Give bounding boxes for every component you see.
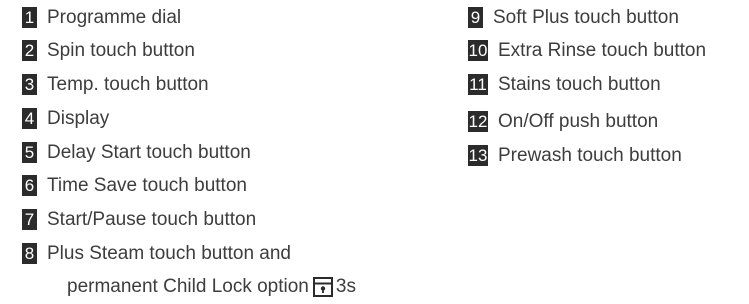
legend-item-label: Soft Plus touch button — [493, 7, 679, 28]
legend-item-label: Plus Steam touch button and — [47, 243, 291, 264]
legend-item-label: Prewash touch button — [498, 145, 682, 166]
legend-item-start-pause-touch-button: 7 Start/Pause touch button — [22, 208, 256, 232]
legend-item-stains-touch-button: 11 Stains touch button — [468, 73, 661, 97]
child-lock-duration: 3s — [335, 276, 356, 297]
legend-item-label: Programme dial — [47, 7, 182, 28]
legend-item-display: 4 Display — [22, 107, 109, 131]
child-lock-icon — [312, 277, 333, 297]
legend-item-spin-touch-button: 2 Spin touch button — [22, 39, 195, 63]
legend-number-badge: 4 — [22, 108, 37, 129]
legend-item-label: Delay Start touch button — [47, 142, 251, 163]
legend-number-badge: 3 — [22, 74, 37, 95]
legend-item-extra-rinse-touch-button: 10 Extra Rinse touch button — [468, 39, 706, 63]
legend-item-on-off-push-button: 12 On/Off push button — [468, 110, 658, 134]
legend-number-badge: 6 — [22, 175, 37, 196]
legend-number-badge: 11 — [468, 74, 488, 95]
legend-item-label: Stains touch button — [498, 74, 661, 95]
legend-item-time-save-touch-button: 6 Time Save touch button — [22, 174, 247, 198]
legend-item-soft-plus-touch-button: 9 Soft Plus touch button — [468, 6, 679, 30]
legend-item-temp-touch-button: 3 Temp. touch button — [22, 73, 209, 97]
legend-number-badge: 13 — [468, 145, 488, 166]
legend-item-label: Extra Rinse touch button — [498, 40, 707, 61]
legend-item-label: Temp. touch button — [47, 74, 209, 95]
legend-number-badge: 12 — [468, 111, 488, 132]
legend-item-label: Start/Pause touch button — [47, 209, 257, 230]
legend-item-delay-start-touch-button: 5 Delay Start touch button — [22, 141, 251, 165]
child-lock-label: permanent Child Lock option — [67, 276, 309, 297]
legend-item-label: On/Off push button — [498, 111, 659, 132]
legend-item-label-line2: permanent Child Lock option 3s — [67, 275, 356, 299]
legend-item-plus-steam-touch-button: 8 Plus Steam touch button and permanent … — [22, 242, 356, 297]
legend-item-programme-dial: 1 Programme dial — [22, 6, 181, 30]
legend-number-badge: 9 — [468, 7, 483, 28]
legend-item-label: Time Save touch button — [47, 175, 247, 196]
legend-number-badge: 2 — [22, 40, 37, 61]
legend-item-label: Spin touch button — [47, 40, 195, 61]
legend-item-label: Display — [47, 108, 110, 129]
legend-number-badge: 5 — [22, 142, 37, 163]
legend-number-badge: 7 — [22, 209, 37, 230]
legend-item-prewash-touch-button: 13 Prewash touch button — [468, 144, 682, 168]
legend-number-badge: 1 — [22, 7, 37, 28]
legend-number-badge: 10 — [468, 40, 488, 61]
legend-number-badge: 8 — [22, 243, 37, 264]
